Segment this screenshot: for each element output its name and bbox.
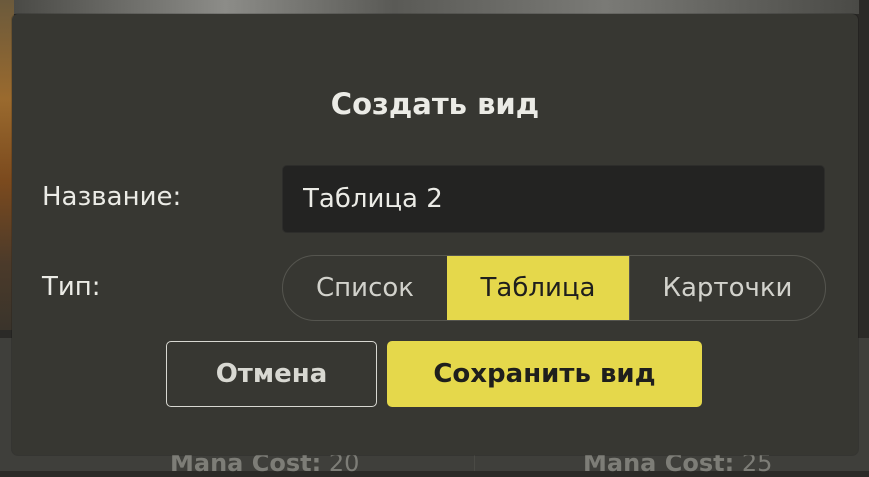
- save-view-button[interactable]: Сохранить вид: [387, 341, 702, 407]
- name-label: Название:: [42, 182, 182, 212]
- view-type-selector: Список Таблица Карточки: [282, 255, 826, 321]
- dialog-title: Создать вид: [330, 87, 540, 121]
- type-option-cards[interactable]: Карточки: [629, 256, 825, 320]
- type-option-list[interactable]: Список: [283, 256, 447, 320]
- card-art-image: [14, 0, 859, 14]
- view-name-input[interactable]: [282, 165, 825, 233]
- type-option-table-selected[interactable]: Таблица: [447, 256, 629, 320]
- cancel-button[interactable]: Отмена: [166, 341, 377, 407]
- create-view-dialog: Создать вид Название: Тип: Список Таблиц…: [12, 14, 858, 455]
- type-label: Тип:: [42, 272, 101, 302]
